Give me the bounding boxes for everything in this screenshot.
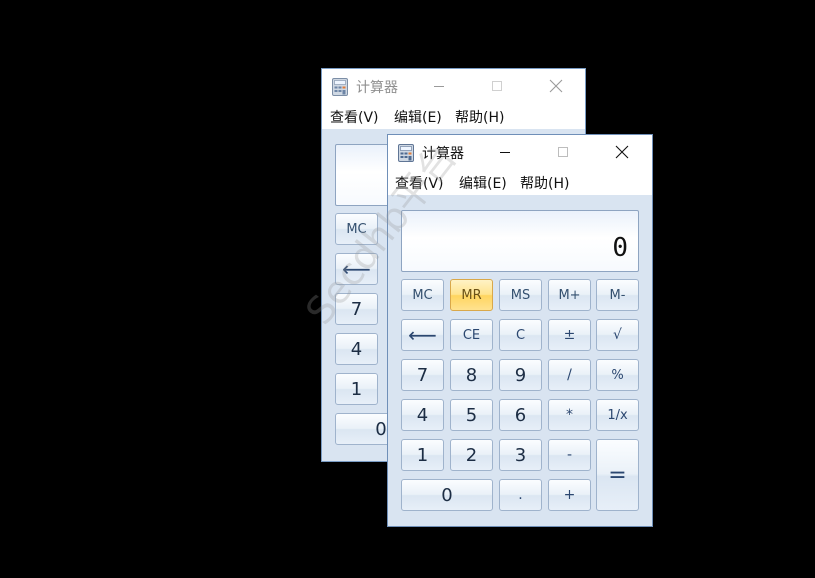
- minimize-icon: [434, 86, 444, 87]
- menu-edit[interactable]: 编辑(E): [459, 173, 507, 193]
- memory-clear-button[interactable]: MC: [401, 279, 444, 311]
- close-icon: [615, 145, 629, 159]
- menu-view[interactable]: 查看(V): [395, 173, 444, 193]
- maximize-icon: [558, 147, 568, 157]
- calculator-icon: [398, 144, 414, 162]
- digit-6-button[interactable]: 6: [499, 399, 542, 431]
- digit-8-button[interactable]: 8: [450, 359, 493, 391]
- decimal-point-button[interactable]: .: [499, 479, 542, 511]
- minimize-button[interactable]: [410, 69, 468, 103]
- add-button[interactable]: +: [548, 479, 591, 511]
- menu-help[interactable]: 帮助(H): [520, 173, 569, 193]
- title-bar[interactable]: 计算器: [322, 69, 585, 103]
- minimize-button[interactable]: [476, 135, 534, 169]
- backspace-button[interactable]: ⟵: [335, 253, 378, 285]
- digit-7-button[interactable]: 7: [335, 293, 378, 325]
- clear-button[interactable]: C: [499, 319, 542, 351]
- menu-edit[interactable]: 编辑(E): [394, 107, 442, 127]
- minimize-icon: [500, 152, 510, 153]
- maximize-icon: [492, 81, 502, 91]
- menu-help[interactable]: 帮助(H): [455, 107, 504, 127]
- memory-subtract-button[interactable]: M-: [596, 279, 639, 311]
- backspace-button[interactable]: ⟵: [401, 319, 444, 351]
- memory-recall-button[interactable]: MR: [450, 279, 493, 311]
- digit-1-button[interactable]: 1: [401, 439, 444, 471]
- reciprocal-button[interactable]: 1/x: [596, 399, 639, 431]
- menu-bar: 查看(V) 编辑(E) 帮助(H): [322, 103, 585, 129]
- digit-5-button[interactable]: 5: [450, 399, 493, 431]
- digit-1-button[interactable]: 1: [335, 373, 378, 405]
- calculator-window-front[interactable]: 计算器 查看(V) 编辑(E) 帮助(H) 0 MC MR MS M+ M- ⟵…: [387, 134, 653, 527]
- close-button[interactable]: [527, 69, 585, 103]
- memory-clear-button[interactable]: MC: [335, 213, 378, 245]
- display-value: 0: [612, 233, 628, 263]
- title-bar[interactable]: 计算器: [388, 135, 652, 169]
- percent-button[interactable]: %: [596, 359, 639, 391]
- digit-9-button[interactable]: 9: [499, 359, 542, 391]
- close-button[interactable]: [593, 135, 651, 169]
- subtract-button[interactable]: -: [548, 439, 591, 471]
- digit-4-button[interactable]: 4: [401, 399, 444, 431]
- digit-2-button[interactable]: 2: [450, 439, 493, 471]
- calculator-body: 0 MC MR MS M+ M- ⟵ CE C ± √ 7 8 9 / % 4 …: [388, 195, 652, 526]
- clear-entry-button[interactable]: CE: [450, 319, 493, 351]
- memory-store-button[interactable]: MS: [499, 279, 542, 311]
- menu-view[interactable]: 查看(V): [330, 107, 379, 127]
- window-title: 计算器: [356, 80, 398, 96]
- digit-0-button[interactable]: 0: [401, 479, 493, 511]
- memory-add-button[interactable]: M+: [548, 279, 591, 311]
- calculator-icon: [332, 78, 348, 96]
- display: 0: [401, 210, 639, 272]
- maximize-button: [534, 135, 592, 169]
- digit-3-button[interactable]: 3: [499, 439, 542, 471]
- close-icon: [549, 79, 563, 93]
- multiply-button[interactable]: *: [548, 399, 591, 431]
- negate-button[interactable]: ±: [548, 319, 591, 351]
- digit-4-button[interactable]: 4: [335, 333, 378, 365]
- square-root-button[interactable]: √: [596, 319, 639, 351]
- equals-button[interactable]: =: [596, 439, 639, 511]
- window-title: 计算器: [422, 146, 464, 162]
- maximize-button: [468, 69, 526, 103]
- menu-bar: 查看(V) 编辑(E) 帮助(H): [388, 169, 652, 195]
- divide-button[interactable]: /: [548, 359, 591, 391]
- digit-7-button[interactable]: 7: [401, 359, 444, 391]
